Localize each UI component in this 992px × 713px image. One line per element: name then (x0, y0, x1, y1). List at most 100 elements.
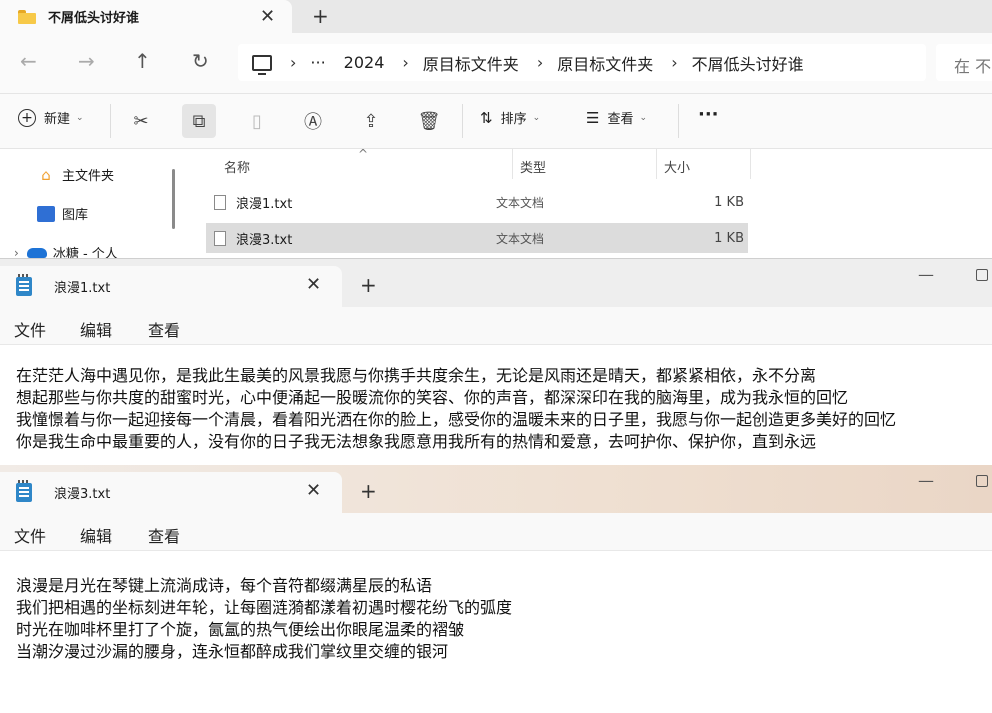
chevron-right-icon[interactable]: › (671, 53, 677, 72)
toolbar-divider (678, 104, 679, 138)
menu-view[interactable]: 查看 (148, 523, 180, 547)
gallery-icon (37, 205, 55, 222)
more-options-button[interactable]: ··· (698, 104, 719, 125)
column-divider[interactable] (656, 149, 657, 179)
maximize-button[interactable] (976, 475, 988, 487)
toolbar-divider (462, 104, 463, 138)
file-explorer-window: 不屑低头讨好谁 ✕ + ← → ↑ ↻ › ··· 2024 › 原目标文件夹 … (0, 0, 992, 258)
column-header-size[interactable]: 大小 (664, 157, 690, 176)
file-size: 1 KB (714, 194, 744, 210)
cut-icon[interactable]: ✂ (124, 104, 158, 138)
minimize-button[interactable]: — (918, 471, 934, 490)
delete-icon[interactable]: 🗑 (412, 104, 446, 138)
chevron-down-icon: ⌄ (639, 112, 648, 123)
rename-icon[interactable]: Ⓐ (296, 104, 330, 138)
notepad-tab-title: 浪漫3.txt (54, 487, 111, 502)
notepad-icon (16, 274, 32, 296)
address-bar[interactable]: › ··· 2024 › 原目标文件夹 › 原目标文件夹 › 不屑低头讨好谁 (238, 44, 926, 81)
close-tab-icon[interactable]: ✕ (306, 480, 321, 501)
view-button[interactable]: ☰ 查看 ⌄ (586, 108, 648, 128)
minimize-button[interactable]: — (918, 265, 934, 284)
chevron-right-icon[interactable]: › (537, 53, 543, 72)
sort-button-label: 排序 (500, 112, 527, 127)
search-input[interactable]: 在 不 (936, 44, 992, 81)
column-header-type[interactable]: 类型 (520, 157, 546, 176)
notepad-tab-title: 浪漫1.txt (54, 281, 111, 296)
notepad-titlebar: 浪漫1.txt ✕ + — (0, 259, 992, 307)
text-line: 我们把相遇的坐标刻进年轮，让每圈涟漪都漾着初遇时樱花纷飞的弧度 (16, 598, 513, 617)
cloud-icon (26, 247, 47, 258)
sort-icon: ⇅ (480, 108, 493, 127)
new-tab-button[interactable]: + (360, 479, 377, 503)
sidebar-item-home[interactable]: ⌂ 主文件夹 (36, 165, 114, 185)
sort-up-icon: ^ (358, 147, 369, 161)
sidebar-scrollbar[interactable] (172, 169, 175, 229)
file-row[interactable]: 浪漫1.txt 文本文档 1 KB (206, 187, 748, 217)
sort-button[interactable]: ⇅ 排序 ⌄ (480, 108, 541, 128)
close-tab-icon[interactable]: ✕ (306, 274, 321, 295)
gallery-icon-wrap (36, 205, 56, 223)
paste-icon[interactable]: ▯ (240, 104, 274, 138)
text-file-icon (214, 194, 226, 210)
breadcrumb-overflow[interactable]: ··· (310, 53, 325, 72)
menu-file[interactable]: 文件 (14, 523, 46, 547)
new-tab-button[interactable]: + (360, 273, 377, 297)
breadcrumb-item[interactable]: 2024 (344, 53, 385, 72)
this-pc-icon[interactable] (252, 54, 272, 75)
maximize-button[interactable] (976, 269, 988, 281)
file-name: 浪漫3.txt (236, 232, 293, 248)
view-button-label: 查看 (607, 112, 634, 127)
file-type: 文本文档 (496, 195, 545, 210)
column-divider[interactable] (750, 149, 751, 179)
explorer-navbar: ← → ↑ ↻ › ··· 2024 › 原目标文件夹 › 原目标文件夹 › 不… (0, 33, 992, 93)
view-lines-icon: ☰ (586, 108, 600, 127)
menu-file[interactable]: 文件 (14, 317, 46, 341)
menu-edit[interactable]: 编辑 (80, 523, 112, 547)
notepad-window-2: 浪漫3.txt ✕ + — 文件 编辑 查看 浪漫是月光在琴键上流淌成诗，每个音… (0, 465, 992, 713)
column-header-name[interactable]: 名称 (224, 157, 250, 176)
notepad-menubar: 文件 编辑 查看 (0, 307, 992, 345)
new-tab-button[interactable]: + (312, 4, 329, 28)
file-size: 1 KB (714, 230, 744, 246)
notepad-text-area[interactable]: 在茫茫人海中遇见你，是我此生最美的风景我愿与你携手共度余生，无论是风雨还是晴天，… (16, 365, 896, 453)
breadcrumb-item[interactable]: 原目标文件夹 (423, 51, 519, 75)
share-icon[interactable]: ⇪ (354, 104, 388, 138)
sidebar-item-label: 图库 (62, 208, 89, 223)
breadcrumb-item[interactable]: 原目标文件夹 (557, 51, 653, 75)
file-name: 浪漫1.txt (236, 196, 293, 212)
notepad-text-area[interactable]: 浪漫是月光在琴键上流淌成诗，每个音符都缀满星辰的私语 我们把相遇的坐标刻进年轮，… (16, 575, 512, 663)
file-row[interactable]: 浪漫3.txt 文本文档 1 KB (206, 223, 748, 253)
text-line: 我憧憬着与你一起迎接每一个清晨，看着阳光洒在你的脸上，感受你的温暖未来的日子里，… (16, 410, 897, 429)
menu-edit[interactable]: 编辑 (80, 317, 112, 341)
new-button[interactable]: + 新建 ⌄ (18, 108, 84, 127)
explorer-titlebar: 不屑低头讨好谁 ✕ + (0, 0, 992, 33)
navigation-pane: ⌂ 主文件夹 图库 › 冰糖 - 个人 (0, 149, 182, 258)
chevron-down-icon: ⌄ (532, 112, 541, 123)
chevron-right-icon[interactable]: › (402, 53, 408, 72)
notepad-tab[interactable]: 浪漫3.txt ✕ (0, 472, 342, 513)
explorer-tab[interactable]: 不屑低头讨好谁 ✕ (0, 0, 292, 33)
notepad-menubar: 文件 编辑 查看 (0, 513, 992, 551)
notepad-titlebar: 浪漫3.txt ✕ + — (0, 465, 992, 513)
up-button[interactable]: ↑ (134, 49, 151, 73)
text-file-icon (214, 230, 226, 246)
sidebar-item-onedrive[interactable]: › 冰糖 - 个人 (14, 243, 118, 259)
chevron-right-icon[interactable]: › (290, 53, 296, 72)
notepad-tab[interactable]: 浪漫1.txt ✕ (0, 266, 342, 307)
file-list: 名称 ^ 类型 大小 浪漫1.txt 文本文档 1 KB 浪漫3.txt 文本文… (182, 147, 992, 258)
forward-button[interactable]: → (78, 49, 95, 73)
sidebar-item-label: 冰糖 - 个人 (52, 247, 118, 258)
column-divider[interactable] (512, 149, 513, 179)
sidebar-item-gallery[interactable]: 图库 (36, 204, 88, 223)
back-button[interactable]: ← (20, 49, 37, 73)
copy-icon[interactable]: ⧉ (182, 104, 216, 138)
chevron-right-icon[interactable]: › (14, 246, 19, 259)
breadcrumb-item[interactable]: 不屑低头讨好谁 (692, 51, 804, 75)
refresh-button[interactable]: ↻ (192, 49, 209, 73)
text-line: 你是我生命中最重要的人，没有你的日子我无法想象我愿意用我所有的热情和爱意，去呵护… (16, 432, 817, 451)
close-tab-icon[interactable]: ✕ (260, 6, 275, 27)
explorer-tab-title: 不屑低头讨好谁 (48, 11, 140, 26)
menu-view[interactable]: 查看 (148, 317, 180, 341)
notepad-icon (16, 480, 32, 502)
cloud-icon-wrap (26, 244, 47, 259)
